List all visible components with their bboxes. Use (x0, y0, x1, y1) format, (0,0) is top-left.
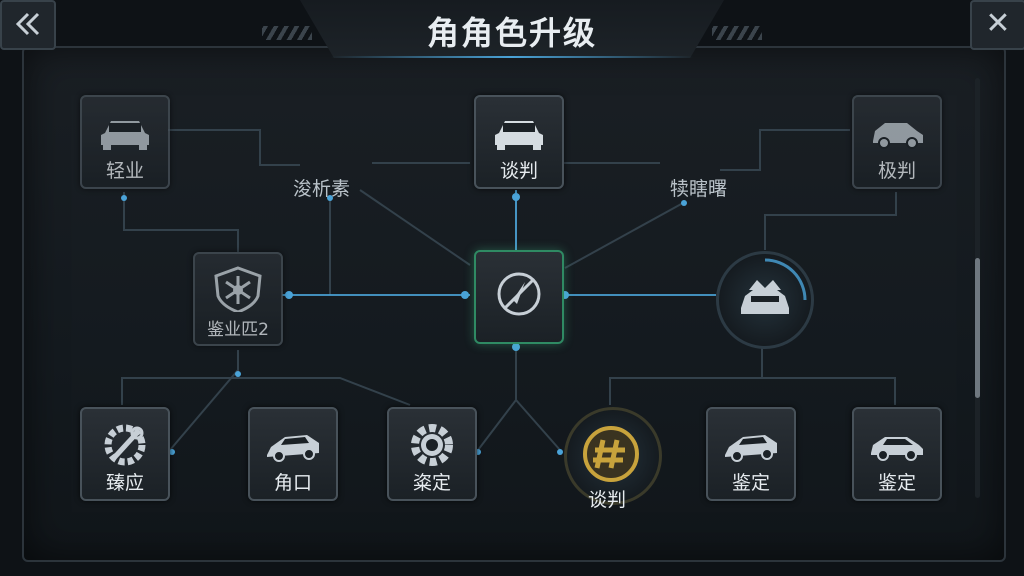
sedan-front-icon (495, 121, 543, 150)
branch-label-left: 浚析素 (293, 178, 351, 200)
sports-car-icon (725, 435, 777, 462)
suv-side-icon (873, 123, 923, 149)
skill-node-label: 鉴定 (731, 472, 770, 494)
skill-node-shield[interactable]: 鉴业匹2 (193, 252, 283, 346)
skill-node-bottom-6[interactable]: 鉴定 (852, 407, 942, 501)
car-wings-icon (741, 258, 807, 314)
wrench-gear-icon (104, 424, 146, 466)
skill-node-bottom-1[interactable]: 臻应 (80, 407, 170, 501)
skill-node-top-center[interactable]: 谈判 (474, 95, 564, 189)
hatchback-side-icon (871, 437, 923, 461)
skill-node-label: 轻业 (105, 160, 144, 182)
branch-label-right: 犊瞎曙 (670, 178, 728, 200)
sports-car-icon (267, 435, 319, 462)
skill-node-top-left[interactable]: 轻业 (80, 95, 170, 189)
sedan-front-icon (101, 121, 149, 150)
gear-icon (411, 424, 453, 466)
skill-node-label: 角口 (273, 472, 312, 494)
skill-node-bottom-5[interactable]: 鉴定 (706, 407, 796, 501)
skill-node-label: 极判 (877, 160, 916, 182)
skill-node-ring[interactable] (716, 251, 814, 349)
shield-emblem-icon (214, 266, 262, 312)
skill-node-bottom-2[interactable]: 角口 (248, 407, 338, 501)
skill-node-center[interactable] (474, 250, 564, 344)
no-compass-icon (497, 272, 541, 316)
skill-node-label: 谈判 (588, 489, 627, 511)
skill-node-bottom-3[interactable]: 粢定 (387, 407, 477, 501)
skill-node-label: 鉴定 (877, 472, 916, 494)
skill-node-top-right[interactable]: 极判 (852, 95, 942, 189)
skill-node-label: 谈判 (499, 160, 538, 182)
skill-node-label: 臻应 (105, 472, 144, 494)
skill-node-label: 粢定 (412, 472, 451, 494)
skill-node-label: 鉴业匹2 (207, 320, 269, 340)
